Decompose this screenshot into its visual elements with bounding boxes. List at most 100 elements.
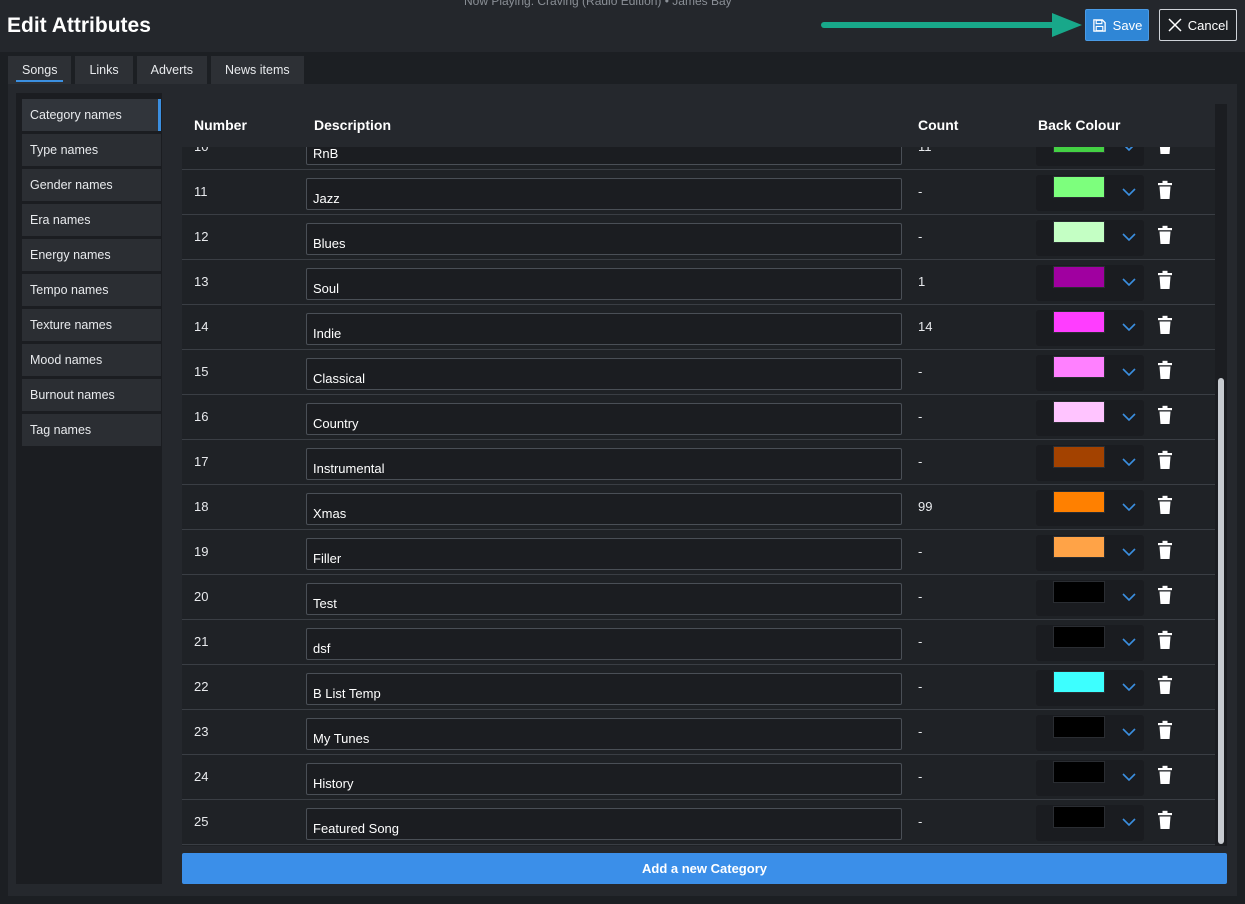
sidebar-item-texture-names[interactable]: Texture names	[22, 309, 161, 341]
row-count: 99	[918, 499, 933, 514]
description-input[interactable]	[306, 268, 902, 300]
colour-picker[interactable]	[1036, 805, 1144, 841]
description-input[interactable]	[306, 448, 902, 480]
sidebar-item-category-names[interactable]: Category names	[22, 99, 161, 131]
tab-adverts[interactable]: Adverts	[136, 56, 208, 86]
colour-picker[interactable]	[1036, 310, 1144, 346]
sidebar-item-type-names[interactable]: Type names	[22, 134, 161, 166]
sidebar-item-tempo-names[interactable]: Tempo names	[22, 274, 161, 306]
chevron-down-icon	[1122, 323, 1136, 332]
row-count: -	[918, 544, 923, 559]
colour-swatch	[1053, 221, 1105, 243]
column-header-number[interactable]: Number	[194, 117, 247, 133]
trash-icon[interactable]	[1157, 720, 1173, 740]
colour-picker[interactable]	[1036, 220, 1144, 256]
table-row: 15 -	[182, 350, 1215, 395]
chevron-down-icon	[1122, 548, 1136, 557]
category-table: Number Description Count Back Colour 101…	[182, 104, 1215, 846]
row-number: 19	[194, 544, 209, 559]
description-input[interactable]	[306, 808, 902, 840]
sidebar-item-tag-names[interactable]: Tag names	[22, 414, 161, 446]
description-input[interactable]	[306, 178, 902, 210]
trash-icon[interactable]	[1157, 405, 1173, 425]
row-number: 11	[194, 184, 208, 199]
table-scrollbar[interactable]	[1215, 104, 1227, 846]
table-row: 17 -	[182, 440, 1215, 485]
trash-icon[interactable]	[1157, 585, 1173, 605]
trash-icon[interactable]	[1157, 450, 1173, 470]
table-row: 12 -	[182, 215, 1215, 260]
trash-icon[interactable]	[1157, 675, 1173, 695]
description-input[interactable]	[306, 718, 902, 750]
trash-icon[interactable]	[1157, 630, 1173, 650]
table-row: 24 -	[182, 755, 1215, 800]
description-input[interactable]	[306, 583, 902, 615]
row-count: -	[918, 769, 923, 784]
trash-icon[interactable]	[1157, 765, 1173, 785]
description-input[interactable]	[306, 763, 902, 795]
trash-icon[interactable]	[1157, 810, 1173, 830]
page-title: Edit Attributes	[7, 14, 151, 37]
description-input[interactable]	[306, 313, 902, 345]
colour-swatch	[1053, 446, 1105, 468]
colour-swatch	[1053, 356, 1105, 378]
trash-icon[interactable]	[1157, 270, 1173, 290]
colour-picker[interactable]	[1036, 715, 1144, 751]
table-row: 19 -	[182, 530, 1215, 575]
colour-picker[interactable]	[1036, 580, 1144, 616]
description-input[interactable]	[306, 628, 902, 660]
colour-picker[interactable]	[1036, 355, 1144, 391]
colour-picker[interactable]	[1036, 400, 1144, 436]
tab-label: News items	[225, 63, 290, 77]
tab-news-items[interactable]: News items	[211, 56, 304, 86]
sidebar-item-era-names[interactable]: Era names	[22, 204, 161, 236]
table-row: 1899	[182, 485, 1215, 530]
row-count: 14	[918, 319, 933, 334]
trash-icon[interactable]	[1157, 225, 1173, 245]
description-input[interactable]	[306, 493, 902, 525]
colour-picker[interactable]	[1036, 490, 1144, 526]
scrollbar-thumb[interactable]	[1218, 378, 1224, 844]
sidebar-item-burnout-names[interactable]: Burnout names	[22, 379, 161, 411]
column-header-count[interactable]: Count	[918, 117, 958, 133]
row-number: 16	[194, 409, 209, 424]
description-input[interactable]	[306, 673, 902, 705]
column-header-back-colour[interactable]: Back Colour	[1038, 117, 1120, 133]
colour-swatch	[1053, 581, 1105, 603]
tab-links[interactable]: Links	[75, 56, 133, 86]
trash-icon[interactable]	[1157, 315, 1173, 335]
description-input[interactable]	[306, 538, 902, 570]
chevron-down-icon	[1122, 458, 1136, 467]
colour-picker[interactable]	[1036, 445, 1144, 481]
colour-picker[interactable]	[1036, 265, 1144, 301]
row-count: -	[918, 409, 923, 424]
column-header-description[interactable]: Description	[314, 117, 391, 133]
trash-icon[interactable]	[1157, 495, 1173, 515]
trash-icon[interactable]	[1157, 540, 1173, 560]
tab-songs[interactable]: Songs	[8, 56, 72, 86]
row-count: -	[918, 229, 923, 244]
description-input[interactable]	[306, 403, 902, 435]
chevron-down-icon	[1122, 413, 1136, 422]
trash-icon[interactable]	[1157, 180, 1173, 200]
sidebar-item-mood-names[interactable]: Mood names	[22, 344, 161, 376]
cancel-button[interactable]: Cancel	[1159, 9, 1237, 41]
sidebar-item-energy-names[interactable]: Energy names	[22, 239, 161, 271]
colour-picker[interactable]	[1036, 535, 1144, 571]
cancel-button-label: Cancel	[1187, 17, 1229, 33]
colour-picker[interactable]	[1036, 760, 1144, 796]
colour-picker[interactable]	[1036, 625, 1144, 661]
row-number: 15	[194, 364, 209, 379]
row-number: 18	[194, 499, 209, 514]
description-input[interactable]	[306, 358, 902, 390]
colour-picker[interactable]	[1036, 670, 1144, 706]
add-category-button[interactable]: Add a new Category	[182, 853, 1227, 884]
table-row: 13 1	[182, 260, 1215, 305]
sidebar-item-gender-names[interactable]: Gender names	[22, 169, 161, 201]
trash-icon[interactable]	[1157, 360, 1173, 380]
row-number: 24	[194, 769, 209, 784]
row-count: -	[918, 814, 923, 829]
description-input[interactable]	[306, 223, 902, 255]
save-button[interactable]: Save	[1085, 9, 1149, 41]
colour-picker[interactable]	[1036, 175, 1144, 211]
